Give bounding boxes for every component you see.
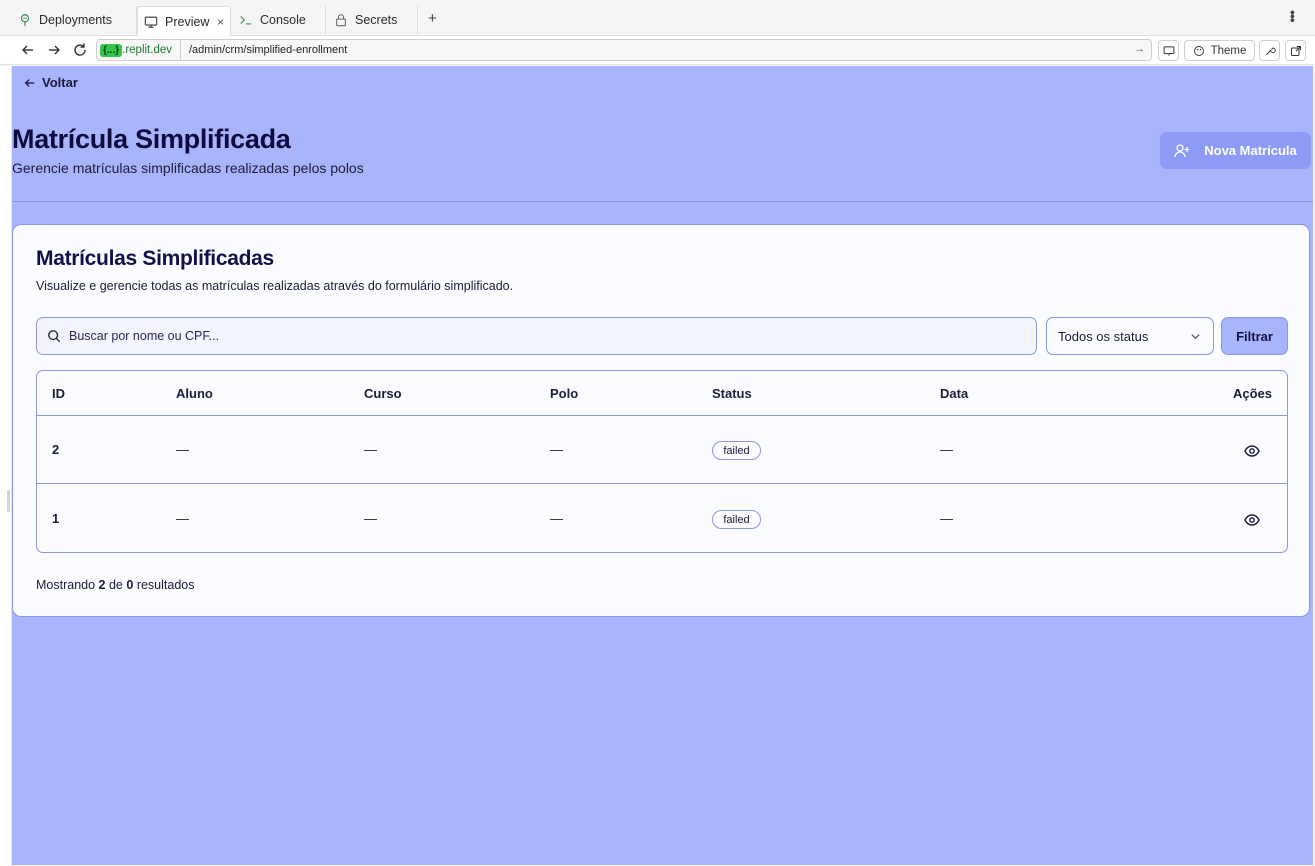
status-filter-value: Todos os status bbox=[1058, 328, 1149, 344]
url-path: /admin/crm/simplified-enrollment bbox=[188, 44, 348, 56]
status-badge: failed bbox=[712, 441, 761, 460]
enrollments-card: Matrículas Simplificadas Visualize e ger… bbox=[12, 224, 1310, 617]
cell-aluno: — bbox=[176, 442, 189, 457]
back-link[interactable]: Voltar bbox=[24, 75, 78, 90]
column-header-status: Status bbox=[712, 386, 752, 401]
column-header-curso: Curso bbox=[364, 386, 402, 401]
column-header-data: Data bbox=[940, 386, 969, 401]
url-domain: .replit.dev bbox=[122, 40, 181, 60]
status-filter-select[interactable]: Todos os status bbox=[1046, 317, 1214, 355]
column-header-aluno: Aluno bbox=[176, 386, 213, 401]
cell-aluno: — bbox=[176, 511, 189, 526]
address-bar: {...} .replit.dev /admin/crm/simplified-… bbox=[0, 36, 1315, 65]
page-subtitle: Gerencie matrículas simplificadas realiz… bbox=[12, 160, 364, 176]
open-new-window-button[interactable] bbox=[1285, 40, 1306, 61]
wrench-icon bbox=[1265, 47, 1276, 55]
devices-button[interactable] bbox=[1158, 40, 1179, 61]
results-suffix: resultados bbox=[136, 578, 195, 592]
results-middle: de bbox=[108, 578, 123, 592]
table-header: ID Aluno Curso Polo Status Data Ações bbox=[37, 371, 1287, 416]
tab-label: Secrets bbox=[355, 13, 398, 27]
header-divider bbox=[12, 201, 1313, 202]
monitor-icon bbox=[144, 16, 158, 28]
deployments-icon bbox=[20, 14, 30, 27]
url-field[interactable]: {...} .replit.dev /admin/crm/simplified-… bbox=[96, 39, 1152, 61]
page-title: Matrícula Simplificada bbox=[12, 124, 291, 154]
domain-badge: {...} bbox=[100, 43, 123, 57]
new-enrollment-button[interactable]: Nova Matrícula bbox=[1160, 132, 1311, 169]
new-tab-button[interactable]: + bbox=[428, 10, 437, 27]
eye-icon[interactable] bbox=[1244, 512, 1260, 528]
search-box[interactable] bbox=[36, 317, 1037, 355]
ide-tab-bar: Deployments Preview × Console Secrets + … bbox=[0, 0, 1315, 36]
eye-icon[interactable] bbox=[1244, 443, 1260, 459]
tab-label: Deployments bbox=[39, 13, 112, 27]
cell-data: — bbox=[940, 511, 953, 526]
back-label: Voltar bbox=[42, 75, 78, 90]
more-options-icon[interactable]: ••• bbox=[1285, 10, 1301, 22]
results-count: Mostrando 2 de 0 resultados bbox=[36, 578, 195, 592]
cell-curso: — bbox=[364, 442, 377, 457]
table-row: 2 — — — failed — bbox=[37, 416, 1287, 484]
cell-id: 1 bbox=[52, 511, 60, 526]
cell-id: 2 bbox=[52, 442, 60, 457]
tab-preview[interactable]: Preview × bbox=[137, 6, 231, 36]
results-shown: 2 bbox=[98, 578, 106, 592]
theme-button[interactable]: Theme bbox=[1184, 40, 1255, 61]
cell-polo: — bbox=[550, 442, 563, 457]
table-row: 1 — — — failed — bbox=[37, 485, 1287, 552]
cell-curso: — bbox=[364, 511, 377, 526]
app-viewport: Voltar Matrícula Simplificada Gerencie m… bbox=[12, 66, 1313, 865]
external-link-icon bbox=[1290, 45, 1301, 56]
cell-data: — bbox=[940, 442, 953, 457]
search-input[interactable] bbox=[69, 329, 969, 343]
user-plus-icon bbox=[1174, 143, 1190, 157]
palette-icon bbox=[1193, 45, 1204, 56]
column-header-id: ID bbox=[52, 386, 65, 401]
lock-icon bbox=[336, 14, 346, 27]
terminal-icon bbox=[240, 16, 252, 25]
go-arrow-icon[interactable]: → bbox=[1134, 43, 1145, 55]
chevron-down-icon bbox=[1191, 333, 1200, 339]
column-header-polo: Polo bbox=[550, 386, 579, 401]
reload-icon[interactable] bbox=[72, 42, 88, 58]
search-icon bbox=[48, 330, 61, 343]
enrollments-table: ID Aluno Curso Polo Status Data Ações 2 … bbox=[36, 370, 1288, 553]
results-total: 0 bbox=[126, 578, 134, 592]
new-enrollment-label: Nova Matrícula bbox=[1204, 143, 1297, 158]
left-gutter bbox=[0, 66, 12, 866]
back-arrow-icon[interactable] bbox=[20, 42, 36, 58]
tab-secrets[interactable]: Secrets bbox=[326, 6, 418, 34]
filter-button[interactable]: Filtrar bbox=[1221, 317, 1288, 355]
card-title: Matrículas Simplificadas bbox=[36, 247, 274, 270]
devtools-button[interactable] bbox=[1259, 40, 1280, 61]
monitor-icon bbox=[1163, 45, 1174, 55]
theme-label: Theme bbox=[1210, 44, 1247, 57]
column-header-acoes: Ações bbox=[1232, 386, 1272, 401]
cell-polo: — bbox=[550, 511, 563, 526]
card-description: Visualize e gerencie todas as matrículas… bbox=[36, 279, 514, 293]
resize-handle[interactable] bbox=[7, 490, 10, 512]
results-prefix: Mostrando bbox=[36, 578, 96, 592]
tab-label: Preview bbox=[165, 14, 210, 29]
arrow-left-icon bbox=[24, 78, 35, 87]
tab-label: Console bbox=[260, 13, 306, 27]
tab-deployments[interactable]: Deployments bbox=[0, 6, 137, 34]
close-icon[interactable]: × bbox=[217, 15, 224, 29]
tab-console[interactable]: Console bbox=[231, 6, 326, 34]
forward-arrow-icon[interactable] bbox=[46, 42, 62, 58]
status-badge: failed bbox=[712, 510, 761, 529]
